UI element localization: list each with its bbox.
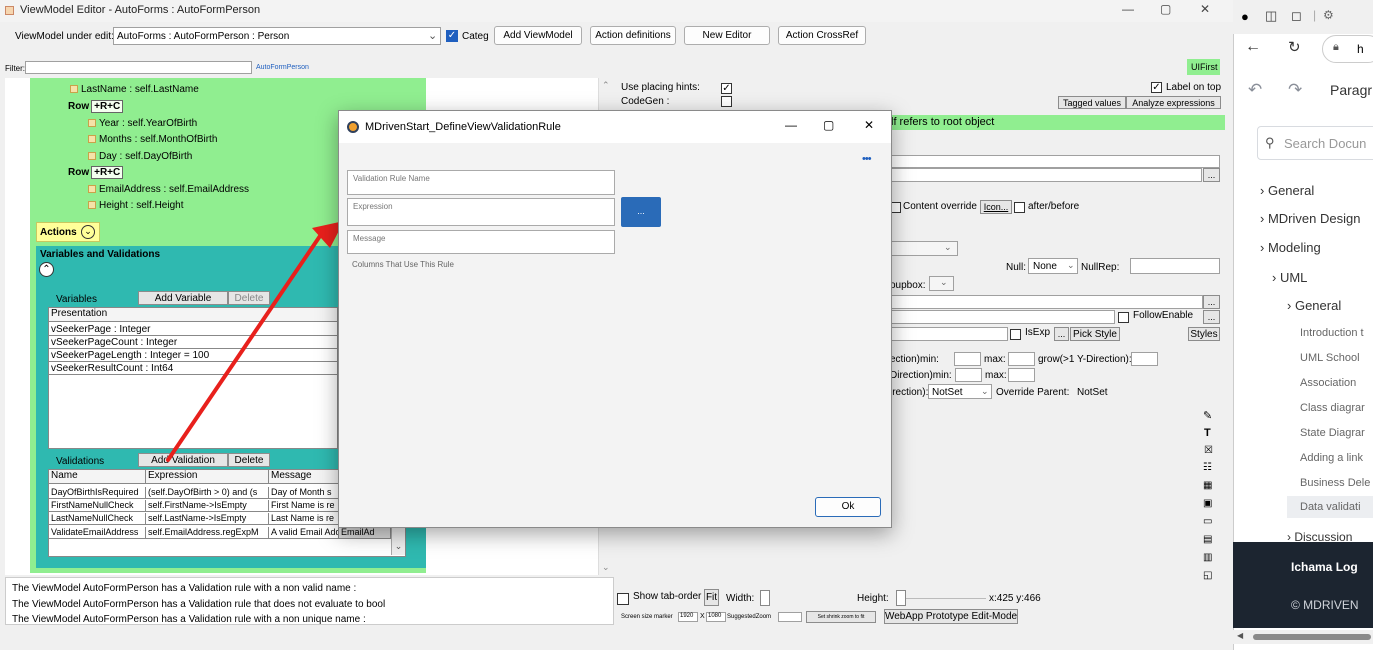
footer-copyright: © MDRIVEN	[1291, 598, 1359, 612]
nav-state-diagram[interactable]: State Diagrar	[1300, 427, 1365, 439]
scroll-left-icon[interactable]: ◀	[1237, 631, 1243, 640]
url-text: h	[1357, 42, 1364, 56]
doc-search-placeholder: Search Docun	[1284, 136, 1367, 151]
nav-general[interactable]: › General	[1260, 183, 1314, 198]
collections-icon[interactable]: ◫	[1265, 8, 1277, 24]
search-icon: ⚲	[1265, 135, 1275, 150]
nav-class-diagram[interactable]: Class diagrar	[1300, 402, 1365, 414]
nav-mdriven-designer[interactable]: › MDriven Design	[1260, 211, 1360, 226]
nav-business-delegate[interactable]: Business Dele	[1300, 477, 1370, 489]
dialog-title: MDrivenStart_DefineViewValidationRule	[365, 121, 561, 133]
scrollbar-thumb[interactable]	[1253, 634, 1371, 640]
validation-rule-name-input[interactable]: Validation Rule Name	[347, 170, 615, 195]
tab-icon[interactable]: ◻	[1291, 8, 1302, 24]
back-arrow-icon[interactable]: ←	[1245, 38, 1261, 56]
dialog-title-bar: MDrivenStart_DefineViewValidationRule — …	[339, 111, 891, 143]
message-placeholder: Message	[353, 234, 386, 243]
columns-using-rule-label: Columns That Use This Rule	[352, 260, 454, 269]
undo-icon[interactable]: ↶	[1248, 80, 1262, 100]
app-logo-icon	[347, 121, 359, 133]
arrow-shaft	[166, 234, 322, 462]
nav-introduction[interactable]: Introduction t	[1300, 327, 1364, 339]
expression-placeholder: Expression	[353, 202, 393, 211]
site-footer: Ichama Log © MDRIVEN	[1233, 542, 1373, 628]
nav-uml-school[interactable]: UML School	[1300, 352, 1360, 364]
define-validation-rule-dialog: MDrivenStart_DefineViewValidationRule — …	[338, 110, 892, 528]
message-input[interactable]: Message	[347, 230, 615, 254]
nav-association[interactable]: Association	[1300, 377, 1356, 389]
expression-input[interactable]: Expression	[347, 198, 615, 226]
redo-icon[interactable]: ↷	[1288, 80, 1302, 100]
nav-modeling[interactable]: › Modeling	[1260, 240, 1321, 255]
more-options-icon[interactable]: •••	[862, 153, 872, 165]
nav-adding-a-link[interactable]: Adding a link	[1300, 452, 1363, 464]
profile-icon[interactable]: ●	[1241, 9, 1249, 24]
browser-horizontal-scrollbar[interactable]: ◀	[1233, 630, 1373, 644]
address-bar[interactable]: 🔒︎ h	[1322, 35, 1373, 63]
browser-tab-strip: ● ◫ ◻ | ⚙	[1233, 0, 1373, 34]
ok-button[interactable]: Ok	[815, 497, 881, 517]
nav-uml-general[interactable]: › General	[1287, 298, 1341, 313]
settings-icon[interactable]: ⚙	[1323, 8, 1334, 22]
nav-uml[interactable]: › UML	[1272, 270, 1307, 285]
dialog-minimize-button[interactable]: —	[785, 118, 797, 132]
doc-search-box[interactable]: ⚲ Search Docun	[1257, 126, 1373, 160]
nav-data-validation-label: Data validati	[1300, 501, 1361, 513]
dialog-maximize-button[interactable]: ▢	[823, 118, 834, 132]
lock-icon: 🔒︎	[1333, 41, 1339, 53]
footer-links[interactable]: Ichama Log	[1291, 560, 1358, 574]
dialog-close-button[interactable]: ✕	[864, 118, 874, 132]
expression-editor-button[interactable]: ...	[621, 197, 661, 227]
paragraph-format-select[interactable]: Paragr	[1330, 82, 1372, 98]
validation-rule-name-placeholder: Validation Rule Name	[353, 174, 430, 183]
nav-data-validation-selected[interactable]: Data validati	[1287, 496, 1373, 518]
refresh-icon[interactable]: ↻	[1288, 38, 1301, 56]
separator-icon: |	[1313, 8, 1317, 22]
